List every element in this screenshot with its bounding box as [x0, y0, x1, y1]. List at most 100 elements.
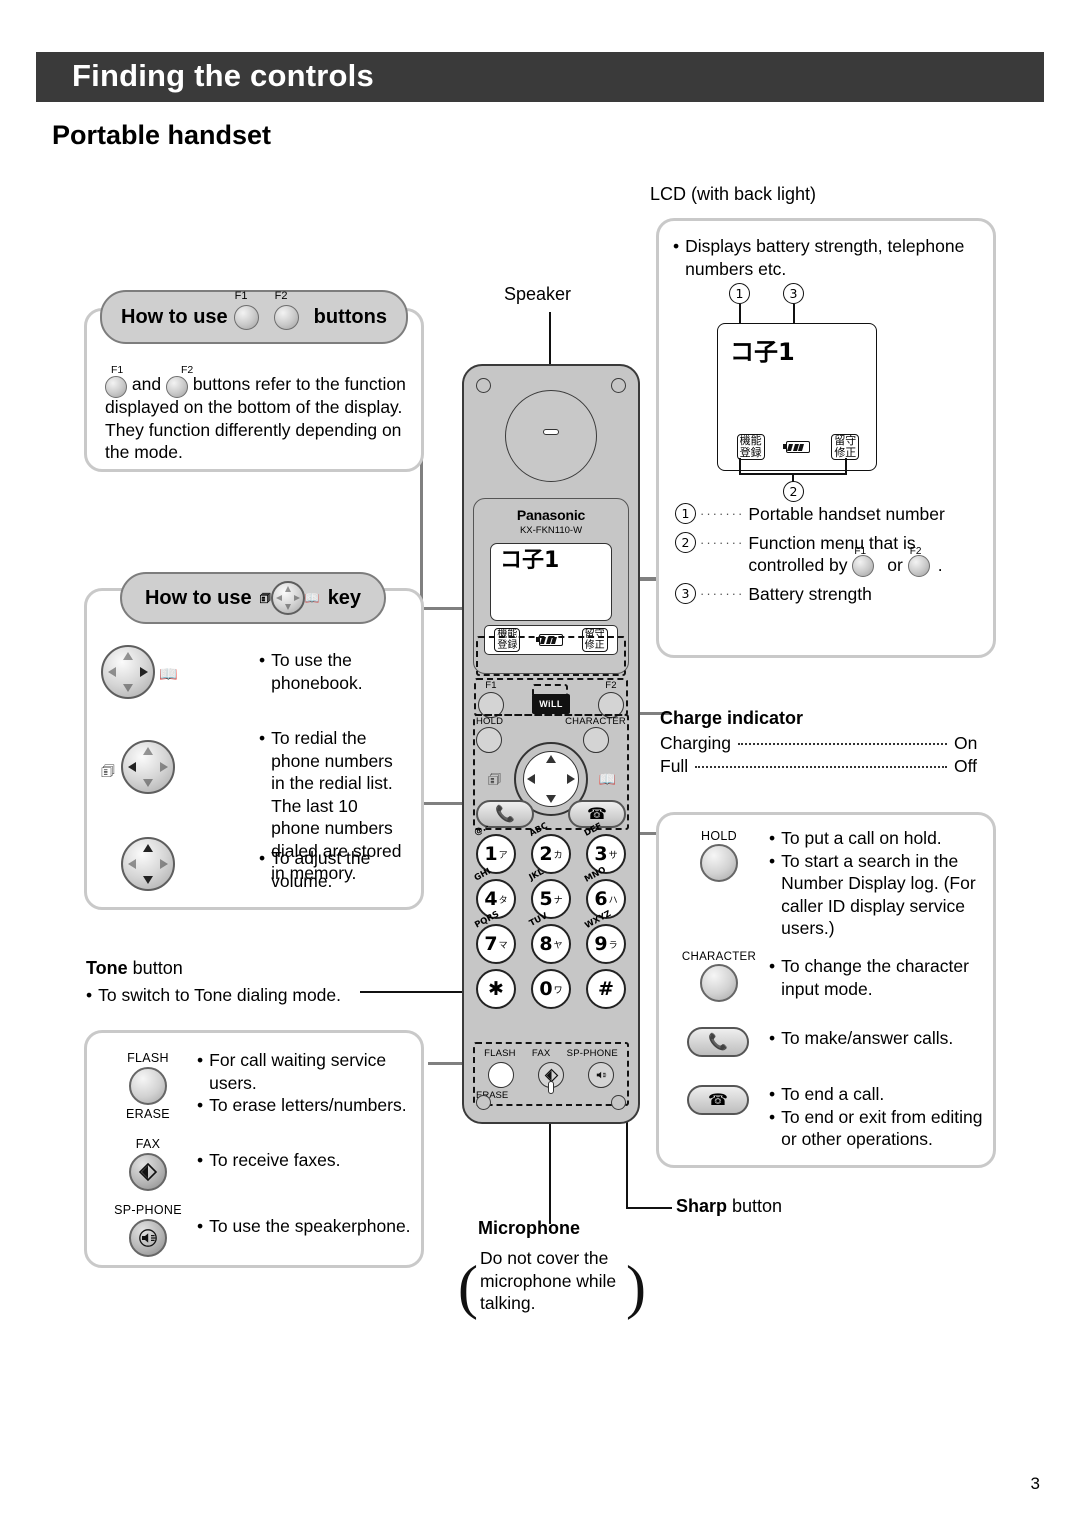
callout-f-pill-suffix: buttons: [313, 305, 387, 328]
sp-phone-button-icon: [129, 1219, 167, 1257]
legend-row-2: 2 ······· Function menu that is controll…: [675, 531, 985, 578]
lcd-bullet: Displays battery strength, telephone num…: [685, 236, 965, 279]
bullet-dot: •: [197, 1095, 204, 1115]
charge-value-full: Off: [954, 755, 978, 776]
legend-dots: ·······: [700, 534, 745, 550]
legend-row-3: 3 ······· Battery strength: [675, 583, 985, 606]
section-title: Portable handset: [52, 120, 272, 150]
lcd-diagram: 1 3 コ子1 機能 登録 留守 修正 2: [709, 283, 929, 502]
hold-label: HOLD: [701, 829, 737, 843]
key-1: @.- 1 ア: [473, 822, 516, 874]
nav-bullet-1: To use the phonebook.: [271, 650, 363, 693]
off-bullet-2: To end or exit from editing or other ope…: [781, 1106, 983, 1150]
bottom-row-highlight: [473, 1042, 629, 1106]
sp-phone-key: SP-PHONE: [99, 1203, 197, 1259]
callout-lcd: • Displays battery strength, telephone n…: [656, 218, 996, 658]
microphone-title: Microphone: [478, 1218, 580, 1238]
nav-key-left-icon: [121, 740, 175, 794]
model-number: KX-FKN110-W: [519, 525, 583, 536]
talk-handset-icon: 📞: [687, 1027, 749, 1057]
key-8: TUV 8 ヤ: [528, 911, 571, 964]
legend-f1-label: F1: [854, 546, 867, 557]
sharp-button-label: Sharp button: [676, 1196, 783, 1216]
legend-num-1: 1: [675, 503, 696, 524]
sp-phone-label: SP-PHONE: [114, 1203, 182, 1217]
f1-label: F1: [111, 364, 124, 376]
key-5: JKL 5 ナ: [528, 867, 571, 919]
charge-row-charging: Charging On: [660, 732, 996, 755]
nav-bullet-3: To adjust the volume.: [271, 848, 371, 891]
fax-button-icon: [129, 1153, 167, 1191]
flash-button-icon: [129, 1067, 167, 1105]
pill-phonebook-icon: 📖: [304, 591, 320, 605]
lcd-handset-number: コ子1: [500, 548, 560, 573]
legend-dots: ·······: [700, 586, 745, 602]
charge-value-charging: On: [954, 733, 978, 753]
pill-f2-icon: [273, 304, 299, 330]
callout-nav-pill-suffix: key: [327, 586, 362, 609]
sp-phone-bullet-1: To use the speakerphone.: [209, 1216, 411, 1236]
flash-bullet-2: To erase letters/numbers.: [209, 1095, 407, 1115]
off-key: ☎: [687, 1085, 749, 1115]
handset-screw-bl: [476, 1095, 491, 1110]
bullet-dot: •: [197, 1216, 204, 1236]
phonebook-icon: 📖: [159, 666, 178, 683]
lcd-legend: 1 ······· Portable handset number 2 ····…: [675, 503, 985, 606]
erase-label: ERASE: [126, 1107, 170, 1121]
hold-bullet-2: To start a search in the Number Display …: [781, 850, 976, 939]
microphone-text: Do not cover the microphone while talkin…: [479, 1248, 617, 1314]
charge-row-full: Full Off: [660, 755, 996, 778]
character-bullet-1: To change the character input mode.: [781, 956, 969, 999]
handset-lcd: コ子1: [490, 543, 612, 621]
redial-icon: 🗊: [101, 763, 115, 780]
fax-bullet-1: To receive faxes.: [209, 1150, 341, 1170]
nav-key-right-icon: [101, 645, 155, 699]
callout-nav-key: 📖 • To use the phonebook. 🗊 • To redial …: [84, 588, 424, 910]
pill-f1-label: F1: [234, 289, 248, 302]
lcd-screen-number: コ子1: [730, 338, 795, 366]
connector-microphone: [549, 1112, 551, 1224]
speaker-slot: [543, 429, 559, 435]
fax-label: FAX: [135, 1137, 161, 1151]
handset-screw-tl: [476, 378, 491, 393]
charge-dots: [695, 765, 947, 768]
key-3: DEF 3 サ: [583, 821, 626, 874]
tone-block: Tone button • To switch to Tone dialing …: [86, 958, 366, 1007]
manual-page: Finding the controls Portable handset F1…: [0, 0, 1080, 1528]
legend-text-3: Battery strength: [748, 584, 872, 605]
keypad-row: ✱ 0ワ #: [476, 969, 626, 1009]
flash-bullet-1: For call waiting service users.: [209, 1050, 387, 1093]
key-7: PQRS 7 マ: [473, 909, 516, 964]
callout-nav-pill-prefix: How to use: [144, 586, 252, 609]
callout-right-buttons: HOLD • To put a call on hold. • To start…: [656, 812, 996, 1168]
callout-nav-pill: How to use 🗊 📖 key: [120, 572, 386, 624]
bullet-dot: •: [259, 848, 266, 868]
character-key: CHARACTER: [667, 951, 771, 1003]
hold-button-icon: [700, 844, 738, 882]
handset-illustration: Panasonic KX-FKN110-W コ子1 機能登録 留守修正 F1: [462, 364, 640, 1124]
charge-label-charging: Charging: [660, 733, 732, 753]
character-button-icon: [700, 964, 738, 1002]
nav-cluster-highlight: [473, 714, 629, 830]
charge-label-full: Full: [660, 755, 689, 776]
lcd-marker-1: 1: [729, 283, 750, 304]
handset-screw-br: [611, 1095, 626, 1110]
bullet-dot: •: [86, 985, 93, 1005]
bullet-dot: •: [769, 1084, 776, 1104]
lcd-marker-2-left: [739, 458, 741, 474]
talk-bullet-1: To make/answer calls.: [781, 1028, 954, 1048]
bullet-dot: •: [769, 956, 776, 976]
bullet-dot: •: [769, 1028, 776, 1048]
tone-bullet: To switch to Tone dialing mode.: [98, 985, 342, 1005]
callout-f-pill-prefix: How to use: [121, 305, 228, 328]
pill-nav-key-icon: [270, 581, 305, 615]
will-highlight: [532, 684, 568, 714]
charge-dots: [738, 743, 947, 745]
f2-label: F2: [181, 364, 194, 376]
lcd-frame: コ子1 機能 登録 留守 修正: [717, 323, 877, 471]
bullet-dot: •: [769, 1106, 776, 1127]
keypad-row: PQRS 7 マ TUV 8 ヤ WXYZ 9 ラ: [473, 909, 626, 964]
microphone-note: ( Do not cover the microphone while talk…: [458, 1248, 646, 1320]
nav-key-volume-icon: [121, 837, 175, 891]
bullet-dot: •: [197, 1050, 204, 1070]
